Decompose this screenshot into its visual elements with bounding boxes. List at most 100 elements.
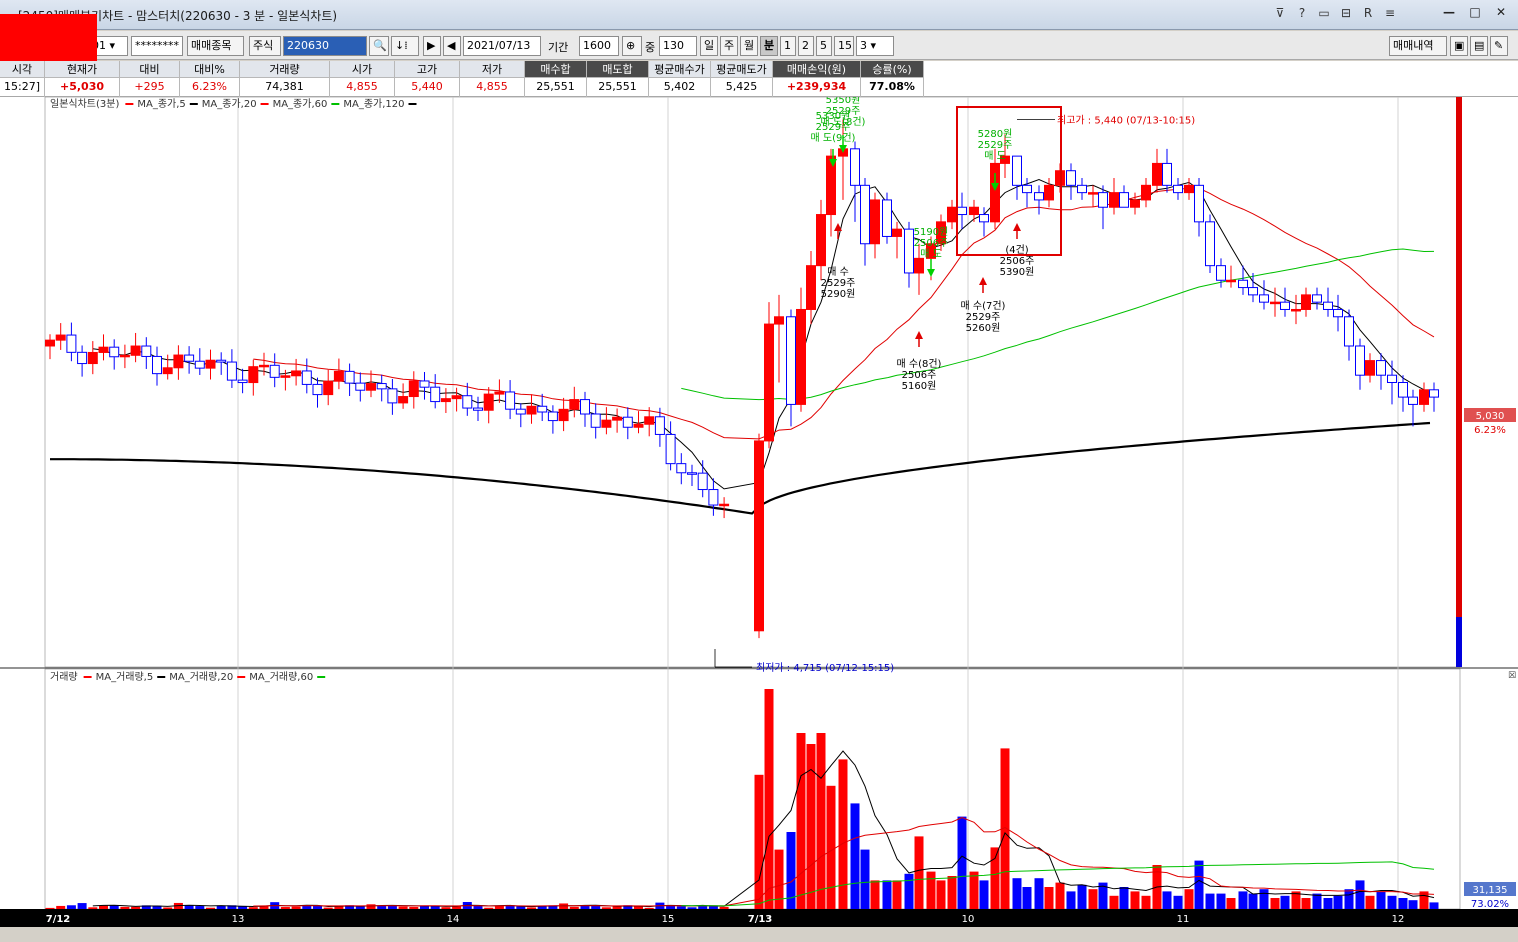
price-scale-bar xyxy=(1456,97,1462,617)
save-icon[interactable]: ▤ xyxy=(1470,36,1488,56)
info-cell: 승률(%) 77.08% xyxy=(861,61,924,97)
r-icon[interactable]: R xyxy=(1360,6,1376,20)
info-value: 5,402 xyxy=(663,80,696,93)
period-button-2[interactable]: 2 xyxy=(798,36,814,56)
restore-icon[interactable]: ⊟ xyxy=(1338,6,1354,20)
stock-code-input[interactable]: 220630 xyxy=(283,36,367,56)
candle-body xyxy=(870,199,880,245)
period-button-5[interactable]: 5 xyxy=(816,36,832,56)
volume-bar xyxy=(1344,889,1354,909)
candle-body xyxy=(1312,294,1322,303)
candle-body xyxy=(754,440,764,632)
candle-body xyxy=(130,345,141,356)
info-value: 25,551 xyxy=(536,80,575,93)
candle-body xyxy=(1408,396,1418,405)
search-icon[interactable]: 🔍 xyxy=(369,36,389,56)
candle-body xyxy=(226,361,237,381)
volume-bar xyxy=(904,873,914,909)
market-select[interactable]: 주식 xyxy=(249,36,281,56)
period-input[interactable]: 1600 xyxy=(579,36,619,56)
volume-bar xyxy=(163,907,173,909)
candle-body xyxy=(248,366,259,384)
window-icon[interactable]: ▭ xyxy=(1316,6,1332,20)
trade-label-line: 5330원 xyxy=(816,110,851,122)
period-button-month[interactable]: 월 xyxy=(740,36,758,56)
period-button-minute[interactable]: 분 xyxy=(760,36,778,56)
legend-swatch xyxy=(125,103,134,105)
settings-icon[interactable]: ✎ xyxy=(1490,36,1508,56)
candle-body xyxy=(969,206,979,216)
volume-bar xyxy=(1408,900,1418,909)
volume-bar xyxy=(990,847,1000,909)
count-input[interactable]: 130 xyxy=(659,36,697,56)
period-button-1[interactable]: 1 xyxy=(780,36,796,56)
date-input[interactable]: 2021/07/13 xyxy=(463,36,541,56)
candle-body xyxy=(590,413,601,428)
trade-label-line: 5350원 xyxy=(826,97,861,106)
volume-bar xyxy=(1226,898,1236,909)
candle-body xyxy=(1012,155,1022,186)
period-button-week[interactable]: 주 xyxy=(720,36,738,56)
volume-bar xyxy=(806,744,816,909)
volume-bar xyxy=(1088,889,1098,909)
candle-body xyxy=(419,380,430,388)
candle-body xyxy=(173,354,184,369)
x-axis-label: 15 xyxy=(662,914,675,925)
pin-icon[interactable]: ⊽ xyxy=(1272,6,1288,20)
custom-period-select[interactable]: 3 ▾ xyxy=(856,36,894,56)
volume-bar xyxy=(882,880,892,909)
help-icon[interactable]: ? xyxy=(1294,6,1310,20)
trade-item-button[interactable]: 매매종목 xyxy=(187,36,244,56)
candle-body xyxy=(1238,279,1248,289)
candle-body xyxy=(1387,374,1397,383)
candle-body xyxy=(676,463,687,474)
info-header: 저가 xyxy=(460,61,524,78)
candle-body xyxy=(1333,308,1343,318)
candle-body xyxy=(45,339,55,347)
period-button-day[interactable]: 일 xyxy=(700,36,718,56)
candle-body xyxy=(1323,301,1333,310)
crosshair-icon[interactable]: ⊕ xyxy=(622,36,642,56)
password-field[interactable]: ******** xyxy=(131,36,183,56)
volume-bar xyxy=(969,871,979,909)
trade-history-button[interactable]: 매매내역 xyxy=(1389,36,1447,56)
next-icon[interactable]: ▶ xyxy=(423,36,441,56)
volume-bar xyxy=(1055,882,1065,909)
info-value: 6.23% xyxy=(192,80,227,93)
minimize-icon[interactable]: — xyxy=(1438,4,1460,22)
info-header: 거래량 xyxy=(240,61,329,78)
volume-bar xyxy=(1376,891,1386,909)
candle-body xyxy=(697,472,708,491)
candle-body xyxy=(1194,184,1204,223)
maximize-icon[interactable]: □ xyxy=(1464,4,1486,22)
trade-label-line: 매 도(9건) xyxy=(811,132,856,144)
volume-bar xyxy=(1238,891,1248,909)
candle-body xyxy=(622,416,633,428)
volume-bar xyxy=(754,774,764,909)
volume-pct-text: 73.02% xyxy=(1471,899,1509,910)
sort-icon[interactable]: ↓⁞ xyxy=(391,36,419,56)
period-button-15[interactable]: 15 xyxy=(834,36,854,56)
candle-body xyxy=(580,399,590,415)
volume-bar xyxy=(1398,898,1408,909)
volume-bar xyxy=(323,907,333,909)
menu-icon[interactable]: ≡ xyxy=(1382,6,1398,20)
x-axis-label: 11 xyxy=(1177,914,1190,925)
trade-label-line: 매 도 xyxy=(920,248,942,260)
candle-body xyxy=(451,395,462,400)
title-icons: ⊽ ? ▭ ⊟ R ≡ xyxy=(1272,6,1398,20)
volume-bar xyxy=(1066,891,1076,909)
volume-bar xyxy=(1109,895,1119,909)
close-icon[interactable]: ✕ xyxy=(1490,4,1512,22)
volume-bar xyxy=(1162,891,1172,909)
volume-bar xyxy=(1184,889,1194,909)
info-cell: 매수합 25,551 xyxy=(525,61,587,97)
stock-code-value: 220630 xyxy=(287,39,329,52)
candle-body xyxy=(1066,170,1076,186)
prev-icon[interactable]: ◀ xyxy=(443,36,461,56)
candle-body xyxy=(398,396,409,404)
folder-icon[interactable]: ▣ xyxy=(1450,36,1468,56)
candle-body xyxy=(1184,184,1194,194)
volume-bar xyxy=(1119,887,1129,909)
volume-bar xyxy=(1323,898,1333,909)
